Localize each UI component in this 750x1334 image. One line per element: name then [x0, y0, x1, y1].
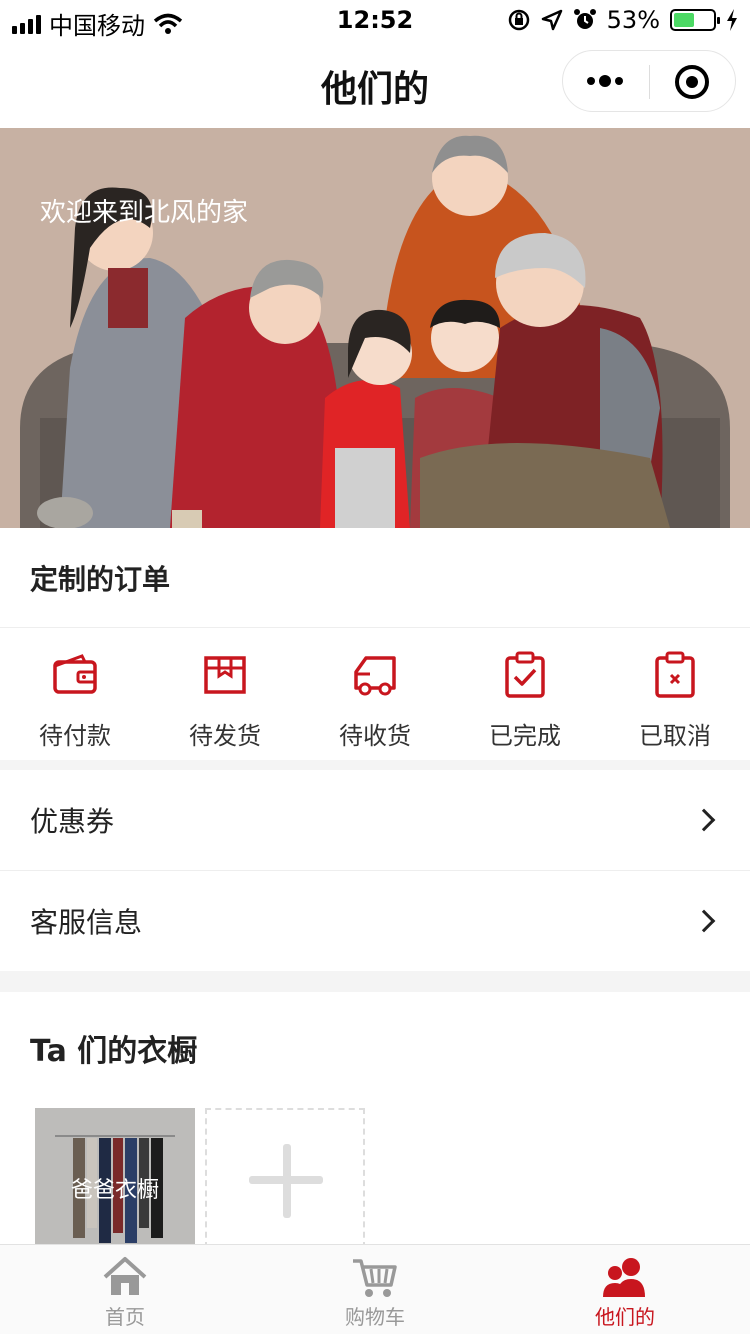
- rotation-lock-icon: [508, 9, 529, 31]
- order-pending-shipment-label: 待发货: [189, 722, 261, 750]
- battery-icon: [670, 9, 720, 31]
- close-program-icon[interactable]: [675, 65, 709, 99]
- menu-item-customer-service[interactable]: 客服信息: [0, 871, 750, 971]
- more-icon[interactable]: [587, 69, 627, 93]
- mini-program-capsule: [562, 50, 736, 112]
- wardrobe-title: Ta 们的衣橱: [30, 1034, 198, 1069]
- wardrobe-section: Ta 们的衣橱 爸爸衣橱: [0, 992, 750, 1248]
- alarm-icon: [573, 9, 596, 29]
- menu-item-coupons[interactable]: 优惠券: [0, 770, 750, 871]
- tab-bar: 首页 购物车 他们的: [0, 1244, 750, 1334]
- family-banner: 欢迎来到北风的家: [0, 128, 750, 528]
- chevron-right-icon: [692, 808, 716, 832]
- order-cancelled[interactable]: 已取消: [600, 628, 750, 760]
- status-right: 53%: [507, 6, 738, 34]
- order-pending-receipt-label: 待收货: [339, 722, 411, 750]
- orders-title: 定制的订单: [0, 528, 750, 628]
- orders-section: 定制的订单 待付款 待发货 待收货 已完成 已取消: [0, 528, 750, 760]
- add-wardrobe-button[interactable]: [205, 1108, 365, 1248]
- welcome-text: 欢迎来到北风的家: [40, 198, 249, 228]
- family-illustration: [20, 135, 730, 528]
- order-status-row: 待付款 待发货 待收货 已完成 已取消: [0, 628, 750, 760]
- tab-home-label: 首页: [105, 1305, 145, 1329]
- app-screen: 中国移动 12:52 53% 他们的 欢迎来到北风的家 定制的订单 待付款 待发…: [0, 0, 750, 1334]
- battery-percent: 53%: [606, 6, 660, 34]
- cart-icon: [353, 1259, 397, 1297]
- package-icon: [204, 656, 246, 694]
- tab-cart[interactable]: 购物车: [250, 1245, 500, 1334]
- truck-icon: [354, 656, 396, 696]
- location-icon: [541, 9, 562, 31]
- order-pending-receipt[interactable]: 待收货: [300, 628, 450, 760]
- tab-theirs-label: 他们的: [595, 1305, 655, 1329]
- wardrobe-card[interactable]: 爸爸衣橱: [35, 1108, 195, 1248]
- order-completed-label: 已完成: [489, 722, 561, 750]
- status-bar: 中国移动 12:52 53%: [0, 0, 750, 40]
- chevron-right-icon: [692, 909, 716, 933]
- capsule-divider: [649, 65, 650, 99]
- clipboard-check-icon: [505, 651, 545, 698]
- clipboard-x-icon: [655, 651, 695, 698]
- nav-bar: 他们的: [0, 40, 750, 128]
- menu-list: 优惠券 客服信息: [0, 770, 750, 971]
- menu-item-coupons-label: 优惠券: [30, 805, 115, 838]
- order-cancelled-label: 已取消: [639, 722, 711, 750]
- order-completed[interactable]: 已完成: [450, 628, 600, 760]
- home-icon: [103, 1257, 147, 1295]
- users-icon: [603, 1258, 645, 1297]
- order-pending-payment[interactable]: 待付款: [0, 628, 150, 760]
- order-pending-payment-label: 待付款: [39, 722, 111, 750]
- tab-home[interactable]: 首页: [0, 1245, 250, 1334]
- menu-item-customer-service-label: 客服信息: [30, 906, 143, 939]
- tab-theirs[interactable]: 他们的: [500, 1245, 750, 1334]
- wardrobe-card-label: 爸爸衣橱: [70, 1178, 159, 1203]
- charging-icon: [727, 9, 737, 31]
- tab-cart-label: 购物车: [345, 1305, 405, 1329]
- order-pending-shipment[interactable]: 待发货: [150, 628, 300, 760]
- wallet-icon: [53, 654, 97, 694]
